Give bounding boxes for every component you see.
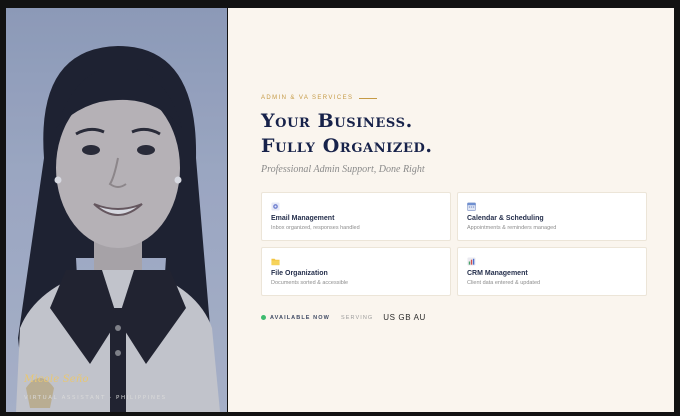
headline-line-1: Your Business. — [261, 110, 413, 132]
folder-icon — [271, 258, 280, 266]
service-card-calendar[interactable]: Calendar & Scheduling Appointments & rem… — [457, 192, 647, 241]
hero-content: ADMIN & VA SERVICES Your Business. Fully… — [228, 8, 674, 412]
email-icon — [271, 202, 280, 211]
service-desc: Inbox organized, responses handled — [271, 225, 360, 231]
status-dot-icon — [261, 315, 266, 320]
chart-icon — [467, 257, 476, 266]
serving-label: SERVING — [340, 314, 374, 321]
service-card-email[interactable]: Email Management Inbox organized, respon… — [261, 192, 451, 241]
eyebrow-rule — [359, 97, 378, 99]
availability-label: AVAILABLE NOW — [270, 314, 330, 321]
eyebrow-label: ADMIN & VA SERVICES — [261, 95, 354, 101]
role-caption: VIRTUAL ASSISTANT · PHILIPPINES — [24, 395, 167, 401]
service-desc: Documents sorted & accessible — [271, 280, 349, 286]
service-card-crm[interactable]: CRM Management Client data entered & upd… — [457, 247, 647, 296]
page-frame: Micole Seño VIRTUAL ASSISTANT · PHILIPPI… — [0, 0, 680, 416]
service-card-files[interactable]: File Organization Documents sorted & acc… — [261, 247, 451, 296]
calendar-icon — [467, 202, 476, 211]
service-title: File Organization — [271, 270, 328, 277]
service-title: Email Management — [271, 215, 335, 222]
service-title: CRM Management — [467, 270, 528, 277]
signature: Micole Seño — [24, 374, 89, 385]
serving-countries: US GB AU — [383, 313, 426, 322]
eyebrow: ADMIN & VA SERVICES — [261, 95, 378, 101]
service-title: Calendar & Scheduling — [467, 215, 544, 222]
availability-bar: AVAILABLE NOW SERVING US GB AU — [261, 313, 426, 322]
headline: Your Business. Fully Organized. — [261, 109, 433, 159]
service-desc: Appointments & reminders managed — [467, 225, 557, 231]
service-desc: Client data entered & updated — [467, 280, 541, 286]
tagline: Professional Admin Support, Done Right — [261, 164, 425, 175]
photo-overlay — [6, 8, 227, 412]
headline-line-2: Fully Organized. — [261, 135, 433, 157]
profile-photo: Micole Seño VIRTUAL ASSISTANT · PHILIPPI… — [6, 8, 227, 412]
